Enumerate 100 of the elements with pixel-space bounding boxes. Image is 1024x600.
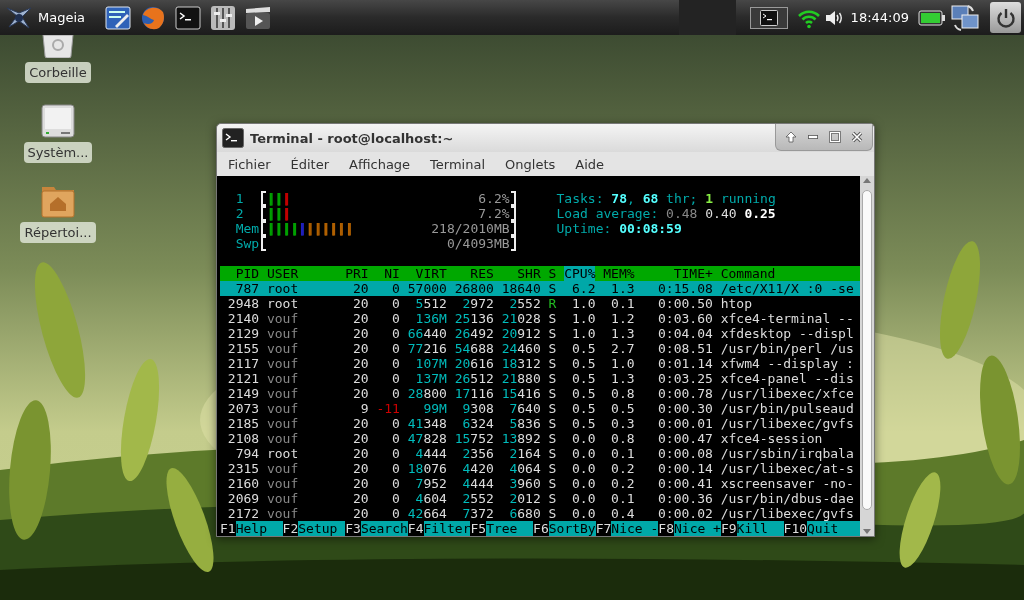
text-editor-icon[interactable] [105, 4, 131, 31]
taskbar-area [678, 0, 736, 35]
table-cell-text: 0:00.14 [657, 461, 713, 476]
menu-item[interactable]: Éditer [283, 156, 337, 172]
table-cell: S [548, 491, 557, 506]
table-cell-text: root [266, 446, 300, 461]
menu-item[interactable]: Fichier [221, 156, 278, 172]
table-cell-text: 0:00.50 [657, 296, 713, 311]
app-menu-button[interactable]: Mageia [5, 4, 85, 31]
table-cell-text: 0.5 [571, 371, 596, 386]
process-row[interactable]: 2073 vouf 9 -11 99M 9308 7640 S 0.5 0.5 0:00.30 /usr/bin/pulseaud [220, 401, 860, 416]
table-cell-text: 20 [352, 386, 369, 401]
column-header[interactable]: USER [266, 266, 338, 281]
table-cell-text: root [266, 296, 300, 311]
mixer-icon[interactable] [210, 4, 236, 31]
task-button[interactable] [749, 6, 788, 29]
table-cell-text: htop [720, 296, 753, 311]
column-header[interactable]: Command [720, 266, 860, 281]
logo-icon [5, 4, 33, 31]
process-row[interactable]: 2149 vouf 20 0 28800 17116 15416 S 0.5 0.8 0:00.78 /usr/libexec/xfce [220, 386, 860, 401]
column-header[interactable]: SHR [501, 266, 541, 281]
column-header[interactable]: VIRT [407, 266, 447, 281]
table-cell: 47828 [407, 431, 447, 446]
clock: 18:44:09 [850, 10, 909, 25]
icon-label: Répertoi... [20, 222, 96, 243]
column-header[interactable]: S [548, 266, 557, 281]
network-icon[interactable] [949, 2, 981, 33]
terminal-icon [222, 128, 244, 148]
process-row[interactable]: 2185 vouf 20 0 41348 6324 5836 S 0.5 0.3 0:00.01 /usr/libexec/gvfs [220, 416, 860, 431]
down-arrow-icon[interactable] [863, 529, 871, 534]
process-row[interactable]: 2160 vouf 20 0 7952 4444 3960 S 0.0 0.2 0:00.41 xscreensaver -no- [220, 476, 860, 491]
close-icon [851, 131, 863, 143]
status-value: 00:08:59 [619, 221, 682, 236]
column-header[interactable]: TIME+ [642, 266, 713, 281]
process-row[interactable]: 794 root 20 0 4444 2356 2164 S 0.0 0.1 0:00.08 /usr/sbin/irqbala [220, 446, 860, 461]
menu-item[interactable]: Terminal [423, 156, 493, 172]
battery-icon[interactable] [918, 9, 946, 26]
table-cell-text: 2948 [226, 296, 260, 311]
menu-item[interactable]: Aide [568, 156, 612, 172]
column-header[interactable]: MEM% [603, 266, 635, 281]
process-row[interactable]: 2172 vouf 20 0 42664 7372 6680 S 0.0 0.4 0:00.02 /usr/libexec/gvfs [220, 506, 860, 521]
table-cell-text: 0.1 [610, 296, 635, 311]
table-cell: 54688 [454, 341, 494, 356]
status-label: Tasks: [556, 191, 605, 206]
power-button[interactable] [990, 2, 1021, 33]
process-row[interactable]: 2108 vouf 20 0 47828 15752 13892 S 0.0 0.8 0:00.47 xfce4-session [220, 431, 860, 446]
table-cell-text: 20 [352, 281, 369, 296]
table-cell-text: 0 [391, 461, 400, 476]
menu-item[interactable]: Affichage [342, 156, 418, 172]
table-cell-text: 0.5 [571, 341, 596, 356]
table-cell: 26512 [454, 371, 494, 386]
table-cell-text: 136M [414, 311, 447, 326]
table-cell-text: 0.0 [571, 431, 596, 446]
table-cell-text: /usr/bin/perl /us [720, 341, 855, 356]
table-cell-text: /usr/bin/pulseaud [720, 401, 855, 416]
menu-item[interactable]: Onglets [498, 156, 563, 172]
scrollbar-thumb[interactable] [862, 190, 872, 510]
table-cell-text: vouf [266, 356, 300, 371]
table-cell: 26492 [454, 326, 494, 341]
table-cell-text: 0.2 [610, 476, 635, 491]
column-header[interactable]: NI [376, 266, 400, 281]
process-row[interactable]: 2315 vouf 20 0 18076 4420 4064 S 0.0 0.2 0:00.14 /usr/libexec/at-s [220, 461, 860, 476]
table-cell-text: vouf [266, 506, 300, 521]
table-cell-text: 0 [391, 491, 400, 506]
globe-icon[interactable] [140, 4, 166, 31]
scrollbar[interactable] [860, 176, 874, 536]
process-row[interactable]: 2140 vouf 20 0 136M 25136 21028 S 1.0 1.2 0:03.60 xfce4-terminal -- [220, 311, 860, 326]
table-cell-text: 20 [352, 431, 369, 446]
status-value: 78 [611, 191, 627, 206]
table-cell-text: 0 [391, 311, 400, 326]
volume-icon[interactable] [823, 8, 844, 27]
table-cell-text: xfce4-panel --dis [720, 371, 855, 386]
table-cell-text: vouf [266, 386, 300, 401]
table-cell-text: 2552 [461, 491, 494, 506]
table-cell-text: /usr/sbin/irqbala [720, 446, 855, 461]
process-row[interactable]: 2069 vouf 20 0 4604 2552 2012 S 0.0 0.1 0:00.36 /usr/bin/dbus-dae [220, 491, 860, 506]
table-cell-text: 2160 [226, 476, 260, 491]
table-cell-text: 1.3 [610, 281, 635, 296]
column-header[interactable]: PID [220, 266, 260, 281]
table-cell-text: 7952 [414, 476, 447, 491]
process-row[interactable]: 2948 root 20 0 5512 2972 2552 R 1.0 0.1 0:00.50 htop [220, 296, 860, 311]
meter-label: 1 [235, 191, 245, 206]
clapperboard-icon[interactable] [245, 4, 271, 31]
table-cell: 15752 [454, 431, 494, 446]
process-row[interactable]: 2117 vouf 20 0 107M 20616 18312 S 0.5 1.0 0:01.14 xfwm4 --display : [220, 356, 860, 371]
table-cell-text: 0.8 [610, 386, 635, 401]
column-header[interactable]: PRI [345, 266, 369, 281]
process-row[interactable]: 2121 vouf 20 0 137M 26512 21880 S 0.5 1.3 0:03.25 xfce4-panel --dis [220, 371, 860, 386]
terminal-icon[interactable] [175, 4, 201, 31]
table-cell-text: 0.5 [610, 401, 635, 416]
column-header[interactable]: RES [454, 266, 494, 281]
up-arrow-icon[interactable] [863, 178, 871, 183]
process-row[interactable]: 787 root 20 0 57000 26800 18640 S 6.2 1.3 0:15.08 /etc/X11/X :0 -se [220, 281, 860, 296]
table-cell-text: 0:00.36 [657, 491, 713, 506]
table-cell: 42664 [407, 506, 447, 521]
process-row[interactable]: 2155 vouf 20 0 77216 54688 24460 S 0.5 2.7 0:08.51 /usr/bin/perl /us [220, 341, 860, 356]
process-row[interactable]: 2129 vouf 20 0 66440 26492 20912 S 1.0 1.3 0:04.04 xfdesktop --displ [220, 326, 860, 341]
table-cell-text: 0 [391, 416, 400, 431]
table-cell: 18076 [407, 461, 447, 476]
table-cell-text: 2129 [226, 326, 260, 341]
